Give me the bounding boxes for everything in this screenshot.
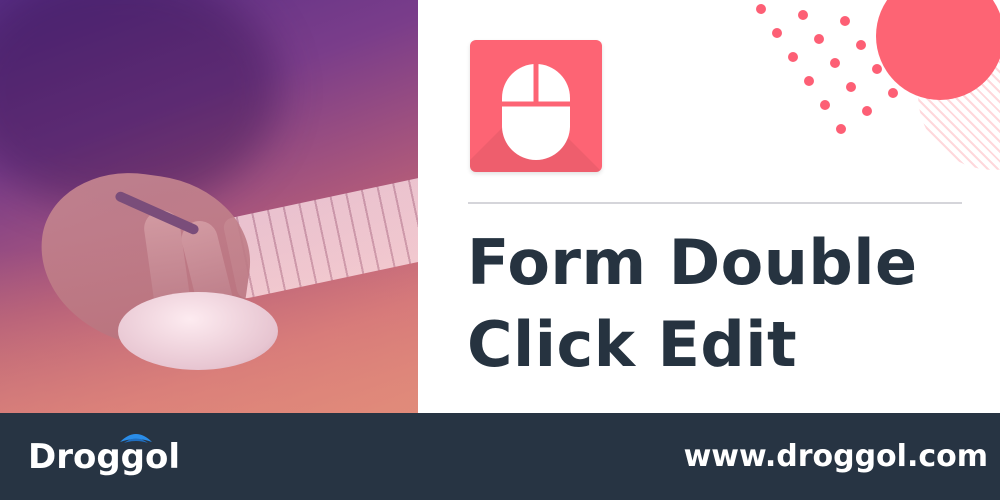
decor-dot — [836, 124, 846, 134]
decor-dot — [840, 16, 850, 26]
app-icon — [470, 40, 602, 172]
decor-dot — [820, 100, 830, 110]
hero-photo — [0, 0, 418, 413]
decor-dot — [888, 88, 898, 98]
decor-dot — [830, 58, 840, 68]
title-line-1: Form Double — [467, 226, 918, 299]
decor-dot — [798, 10, 808, 20]
banner: Form Double Click Edit Droggol www.drogg… — [0, 0, 1000, 500]
photo-mouse — [118, 292, 278, 370]
decor-dot — [756, 4, 766, 14]
decor-dot — [788, 52, 798, 62]
website-link[interactable]: www.droggol.com — [684, 427, 988, 487]
divider — [468, 202, 962, 204]
decor-dot — [772, 28, 782, 38]
decor-dot — [872, 64, 882, 74]
brand-logo-text: Droggol — [28, 437, 181, 477]
decor-dot — [856, 40, 866, 50]
decor-dot — [846, 82, 856, 92]
brand-cap-icon — [120, 434, 152, 443]
page-title: Form Double Click Edit — [467, 222, 918, 386]
decor-dot — [804, 76, 814, 86]
decor-dot — [814, 34, 824, 44]
computer-mouse-icon — [502, 64, 570, 160]
decor-dot — [862, 106, 872, 116]
title-line-2: Click Edit — [467, 308, 798, 381]
